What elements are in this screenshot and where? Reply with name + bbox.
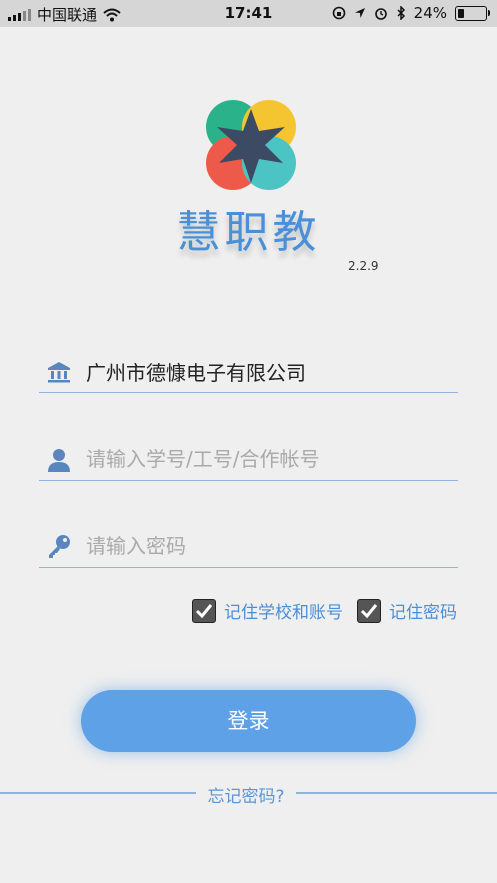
- status-bar: 中国联通 17:41 24%: [0, 0, 497, 27]
- account-input[interactable]: [86, 444, 446, 474]
- account-field[interactable]: [39, 440, 458, 481]
- forgot-password-link[interactable]: 忘记密码?: [196, 782, 296, 807]
- user-icon: [48, 449, 70, 472]
- remember-password-label[interactable]: 记住密码: [389, 598, 457, 623]
- app-version: 2.2.9: [348, 259, 379, 273]
- location-icon: [354, 8, 365, 18]
- status-right: 24%: [332, 4, 490, 22]
- checkmark-icon: [360, 603, 378, 618]
- alarm-icon: [374, 8, 387, 20]
- remember-password-checkbox[interactable]: [357, 598, 381, 623]
- institution-icon: [48, 362, 70, 383]
- battery-icon: [455, 5, 490, 21]
- divider-left: [0, 792, 196, 794]
- bluetooth-icon: [397, 6, 405, 20]
- battery-percent: 24%: [413, 4, 447, 22]
- school-field[interactable]: [39, 352, 458, 393]
- checkmark-icon: [195, 603, 213, 618]
- school-input[interactable]: [86, 356, 446, 386]
- divider-right: [296, 792, 497, 794]
- remember-school-checkbox[interactable]: [192, 598, 216, 623]
- rotation-lock-icon: [332, 6, 345, 20]
- remember-options: 记住学校和账号 记住密码: [192, 598, 457, 623]
- login-button[interactable]: 登录: [81, 690, 416, 752]
- app-logo-icon: [206, 100, 296, 190]
- key-icon: [49, 535, 70, 558]
- app-title: 慧职教: [176, 207, 321, 258]
- password-input[interactable]: [86, 531, 446, 561]
- password-field[interactable]: [39, 527, 458, 568]
- battery-fill: [458, 8, 464, 18]
- remember-school-label[interactable]: 记住学校和账号: [224, 598, 343, 623]
